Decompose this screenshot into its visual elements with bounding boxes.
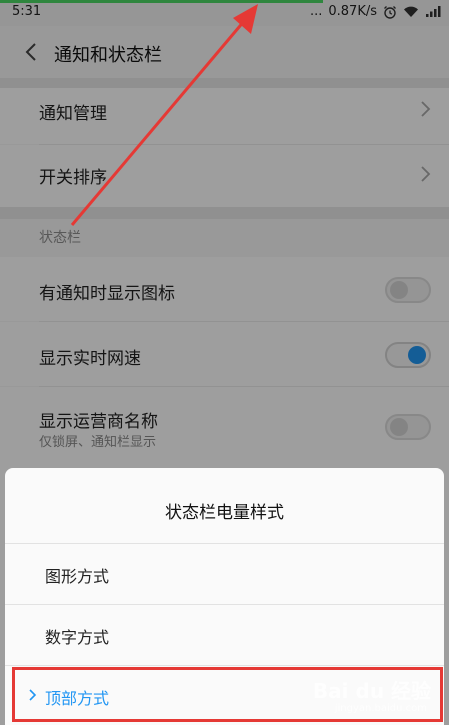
watermark-url: jingyan.baidu.com <box>334 703 427 714</box>
annotation-arrow <box>70 4 258 226</box>
watermark-logo: Bai du 经验 <box>312 679 431 703</box>
